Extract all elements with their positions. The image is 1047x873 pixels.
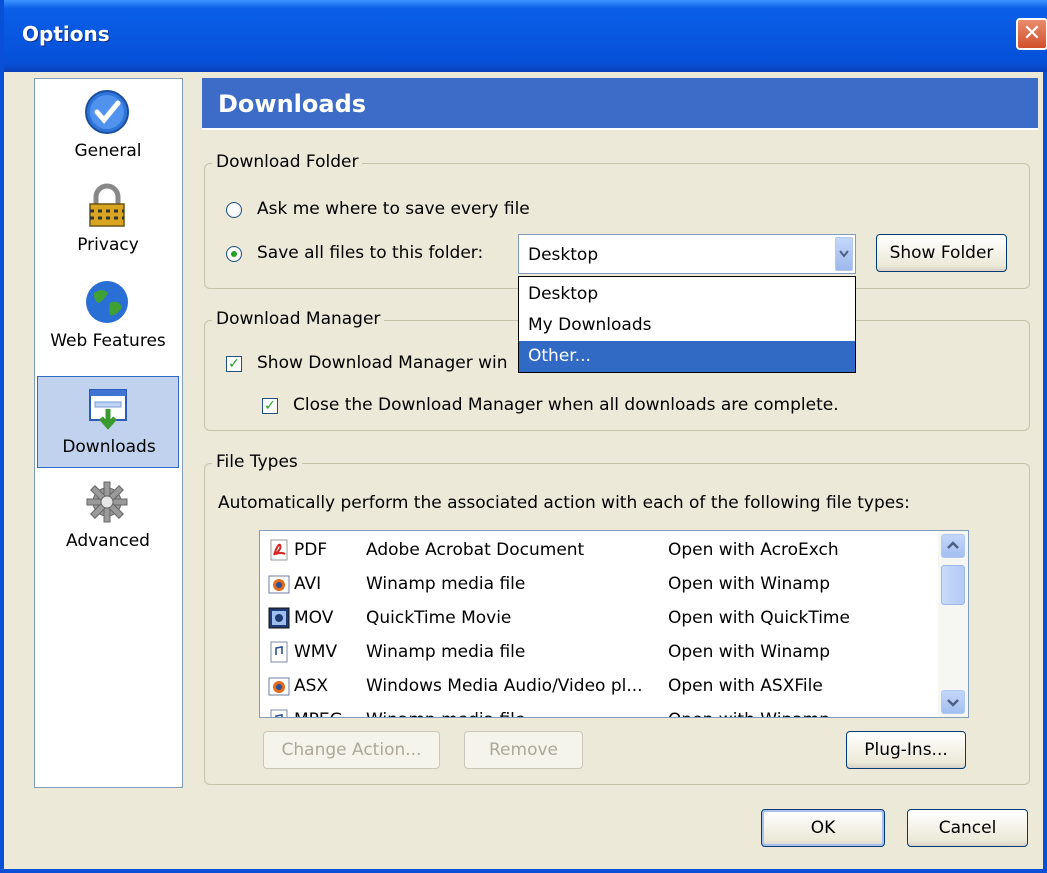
dropdown-option-other[interactable]: Other... [519, 341, 855, 372]
list-item[interactable]: MPEG Winamp media file Open with Winamp [260, 703, 938, 717]
scrollbar-thumb[interactable] [941, 565, 965, 605]
scroll-up-button[interactable] [941, 534, 965, 558]
options-window: Options ✕ General Privacy Web Features D… [0, 0, 1047, 873]
list-item[interactable]: MOV QuickTime Movie Open with QuickTime [260, 601, 938, 635]
dropdown-option-my-downloads[interactable]: My Downloads [519, 310, 855, 341]
check-icon [85, 90, 129, 134]
file-desc: Adobe Acrobat Document [366, 540, 585, 560]
file-action: Open with QuickTime [668, 608, 850, 628]
winamp-icon [268, 677, 290, 696]
folder-select[interactable]: Desktop [518, 234, 856, 274]
close-button[interactable]: ✕ [1016, 18, 1047, 50]
sidebar-item-label: Web Features [50, 331, 166, 351]
media-file-icon [270, 641, 288, 663]
file-ext: AVI [294, 574, 322, 594]
list-item[interactable]: PDF Adobe Acrobat Document Open with Acr… [260, 533, 938, 567]
quicktime-icon [268, 607, 290, 629]
file-action: Open with ASXFile [668, 676, 823, 696]
file-desc: Winamp media file [366, 574, 526, 594]
download-folder-title: Download Folder [212, 152, 363, 172]
download-icon [89, 389, 127, 430]
globe-icon [86, 281, 128, 323]
sidebar-item-label: Downloads [62, 437, 156, 457]
window-title: Options [22, 22, 110, 46]
close-manager-label[interactable]: Close the Download Manager when all down… [293, 395, 839, 415]
folder-select-value: Desktop [528, 245, 599, 265]
sidebar-item-general[interactable]: General [37, 81, 179, 173]
media-file-icon [270, 709, 288, 717]
file-types-description: Automatically perform the associated act… [218, 493, 910, 513]
show-manager-checkbox[interactable]: ✓ [226, 356, 242, 372]
plugins-button[interactable]: Plug-Ins... [846, 731, 966, 769]
radio-selected-dot [231, 251, 237, 257]
file-types-list[interactable]: PDF Adobe Acrobat Document Open with Acr… [259, 530, 969, 718]
file-ext: MPEG [294, 710, 343, 717]
ask-location-radio[interactable] [226, 202, 242, 218]
close-manager-checkbox[interactable]: ✓ [262, 398, 278, 414]
chevron-down-icon [947, 699, 959, 707]
sidebar-item-advanced[interactable]: Advanced [37, 471, 179, 563]
title-bar[interactable]: Options ✕ [4, 0, 1047, 72]
file-types-title: File Types [212, 452, 302, 472]
file-desc: QuickTime Movie [366, 608, 512, 628]
file-action: Open with Winamp [668, 574, 830, 594]
list-scrollbar[interactable] [938, 531, 968, 717]
file-action: Open with AcroExch [668, 540, 839, 560]
sidebar-item-privacy[interactable]: Privacy [37, 175, 179, 267]
file-ext: WMV [294, 642, 338, 662]
sidebar-item-downloads[interactable]: Downloads [37, 376, 179, 468]
save-to-folder-radio[interactable] [226, 246, 242, 262]
file-desc: Winamp media file [366, 710, 525, 717]
panel-title: Downloads [202, 78, 1038, 130]
file-ext: ASX [294, 676, 329, 696]
category-sidebar: General Privacy Web Features Downloads A… [34, 78, 183, 788]
pdf-icon [270, 539, 288, 561]
sidebar-item-label: Privacy [77, 235, 139, 255]
file-ext: MOV [294, 608, 334, 628]
winamp-icon [268, 575, 290, 594]
dropdown-option-desktop[interactable]: Desktop [519, 279, 855, 310]
show-manager-label[interactable]: Show Download Manager win [257, 353, 508, 373]
sidebar-item-label: Advanced [66, 531, 150, 551]
cancel-button[interactable]: Cancel [907, 809, 1028, 847]
scroll-down-button[interactable] [941, 690, 965, 714]
sidebar-item-label: General [74, 141, 142, 161]
list-item[interactable]: AVI Winamp media file Open with Winamp [260, 567, 938, 601]
file-desc: Windows Media Audio/Video pl... [366, 676, 643, 696]
chevron-down-icon[interactable] [835, 237, 853, 271]
ok-button[interactable]: OK [761, 809, 885, 847]
lock-icon [89, 183, 125, 227]
file-action: Open with Winamp [668, 710, 830, 717]
download-manager-title: Download Manager [212, 309, 385, 329]
chevron-up-icon [947, 541, 959, 549]
show-folder-button[interactable]: Show Folder [876, 234, 1007, 272]
save-to-folder-label[interactable]: Save all files to this folder: [257, 243, 483, 263]
list-item[interactable]: WMV Winamp media file Open with Winamp [260, 635, 938, 669]
sidebar-item-web-features[interactable]: Web Features [37, 271, 179, 363]
ask-location-label[interactable]: Ask me where to save every file [257, 199, 530, 219]
remove-button[interactable]: Remove [464, 731, 583, 769]
file-ext: PDF [294, 540, 328, 560]
list-item[interactable]: ASX Windows Media Audio/Video pl... Open… [260, 669, 938, 703]
folder-dropdown-list[interactable]: Desktop My Downloads Other... [518, 276, 856, 373]
file-desc: Winamp media file [366, 642, 526, 662]
file-action: Open with Winamp [668, 642, 830, 662]
change-action-button[interactable]: Change Action... [263, 731, 440, 769]
gear-icon [86, 481, 128, 523]
